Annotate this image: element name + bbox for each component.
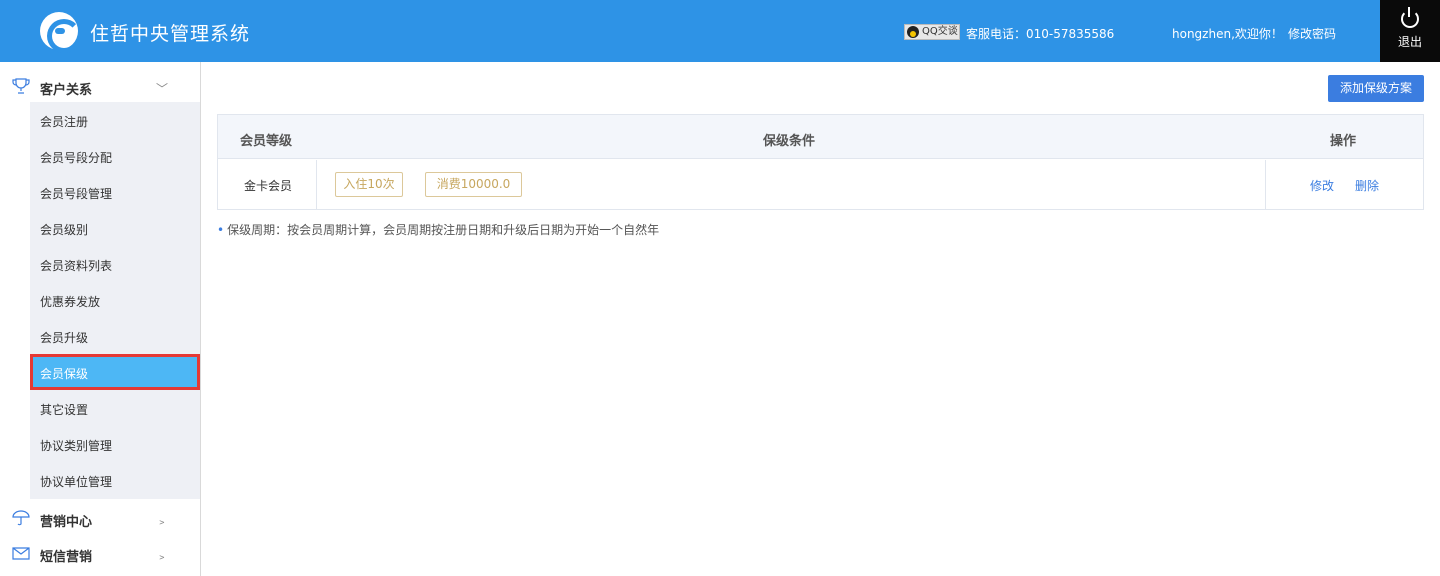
sidebar-item-label: 其它设置 — [40, 403, 89, 417]
sidebar-group-sms-marketing[interactable]: 短信营销 ﹥ — [0, 535, 200, 571]
sidebar-item-agreement-unit[interactable]: 协议单位管理 — [30, 462, 200, 498]
sidebar-item-agreement-category[interactable]: 协议类别管理 — [30, 426, 200, 462]
add-retention-plan-button[interactable]: 添加保级方案 — [1328, 75, 1424, 102]
operations-cell: 修改 删除 — [1265, 160, 1423, 209]
sidebar-item-member-register[interactable]: 会员注册 — [30, 102, 200, 138]
sidebar-item-label: 会员资料列表 — [40, 259, 113, 273]
sidebar-group-label: 短信营销 — [40, 550, 93, 565]
user-greeting: hongzhen,欢迎你！ — [1172, 27, 1283, 41]
member-level: 金卡会员 — [244, 179, 293, 193]
table-row: 金卡会员 入住10次 消费10000.0 修改 删除 — [218, 160, 1423, 209]
sidebar-item-other-settings[interactable]: 其它设置 — [30, 390, 200, 426]
qq-chat-label: QQ交谈 — [922, 26, 958, 37]
column-header-conditions: 保级条件 — [763, 134, 816, 149]
logout-button[interactable]: 退出 — [1380, 0, 1440, 62]
logo-icon — [40, 12, 81, 53]
service-phone: 客服电话：010-57835586 — [966, 27, 1115, 41]
sidebar-group-marketing-center[interactable]: 营销中心 ﹥ — [0, 500, 200, 536]
chevron-right-icon: ﹥ — [156, 514, 169, 528]
sidebar-item-member-upgrade[interactable]: 会员升级 — [30, 318, 200, 354]
qq-penguin-icon — [907, 26, 919, 38]
top-header: 住哲中央管理系统 QQ交谈 客服电话：010-57835586 hongzhen… — [0, 0, 1440, 62]
sidebar-item-coupon-issue[interactable]: 优惠券发放 — [30, 282, 200, 318]
level-cell: 金卡会员 — [218, 160, 317, 209]
qq-chat-button[interactable]: QQ交谈 — [904, 24, 960, 40]
bullet-dot-icon: • — [217, 223, 225, 237]
sidebar-group-customer-relations[interactable]: 客户关系 ﹀ — [0, 68, 200, 104]
trophy-icon — [12, 78, 30, 94]
note-text: 保级周期：按会员周期计算，会员周期按注册日期和升级后日期为开始一个自然年 — [227, 223, 660, 237]
sidebar-item-label: 协议单位管理 — [40, 475, 113, 489]
sidebar-item-number-allocation[interactable]: 会员号段分配 — [30, 138, 200, 174]
sidebar-group-label: 营销中心 — [40, 515, 93, 530]
column-header-level: 会员等级 — [240, 134, 293, 149]
envelope-icon — [12, 547, 30, 560]
umbrella-icon — [12, 510, 30, 526]
sidebar-item-label: 优惠券发放 — [40, 295, 101, 309]
power-icon — [1401, 7, 1419, 28]
edit-link[interactable]: 修改 — [1310, 177, 1334, 194]
sidebar-item-number-management[interactable]: 会员号段管理 — [30, 174, 200, 210]
sidebar-item-label: 会员升级 — [40, 331, 89, 345]
retention-table: 会员等级 保级条件 操作 金卡会员 入住10次 消费10000.0 修改 删除 — [217, 114, 1424, 210]
table-header: 会员等级 保级条件 操作 — [218, 115, 1423, 159]
chevron-down-icon: ﹀ — [156, 82, 169, 96]
logout-label: 退出 — [1397, 35, 1422, 49]
sidebar-item-label: 会员注册 — [40, 115, 89, 129]
sidebar-item-label: 协议类别管理 — [40, 439, 113, 453]
system-title: 住哲中央管理系统 — [90, 23, 251, 45]
sidebar-item-label: 会员号段分配 — [40, 151, 113, 165]
change-password-link[interactable]: 修改密码 — [1288, 25, 1336, 42]
sidebar: 客户关系 ﹀ 会员注册 会员号段分配 会员号段管理 会员级别 会员资料列表 优惠… — [0, 62, 201, 576]
sidebar-group-label: 客户关系 — [40, 83, 93, 98]
sidebar-item-label: 会员级别 — [40, 223, 89, 237]
sidebar-item-member-retention[interactable]: 会员保级 — [30, 354, 200, 390]
column-header-operations: 操作 — [1330, 134, 1357, 149]
sidebar-item-member-level[interactable]: 会员级别 — [30, 210, 200, 246]
sidebar-item-label: 会员号段管理 — [40, 187, 113, 201]
retention-period-note: • 保级周期：按会员周期计算，会员周期按注册日期和升级后日期为开始一个自然年 — [217, 221, 659, 238]
condition-tag: 消费10000.0 — [425, 172, 522, 197]
chevron-right-icon: ﹥ — [156, 549, 169, 563]
condition-tag: 入住10次 — [335, 172, 403, 197]
sidebar-item-label: 会员保级 — [40, 367, 89, 381]
delete-link[interactable]: 删除 — [1355, 177, 1379, 194]
sidebar-submenu: 会员注册 会员号段分配 会员号段管理 会员级别 会员资料列表 优惠券发放 会员升… — [30, 102, 200, 499]
sidebar-item-member-list[interactable]: 会员资料列表 — [30, 246, 200, 282]
